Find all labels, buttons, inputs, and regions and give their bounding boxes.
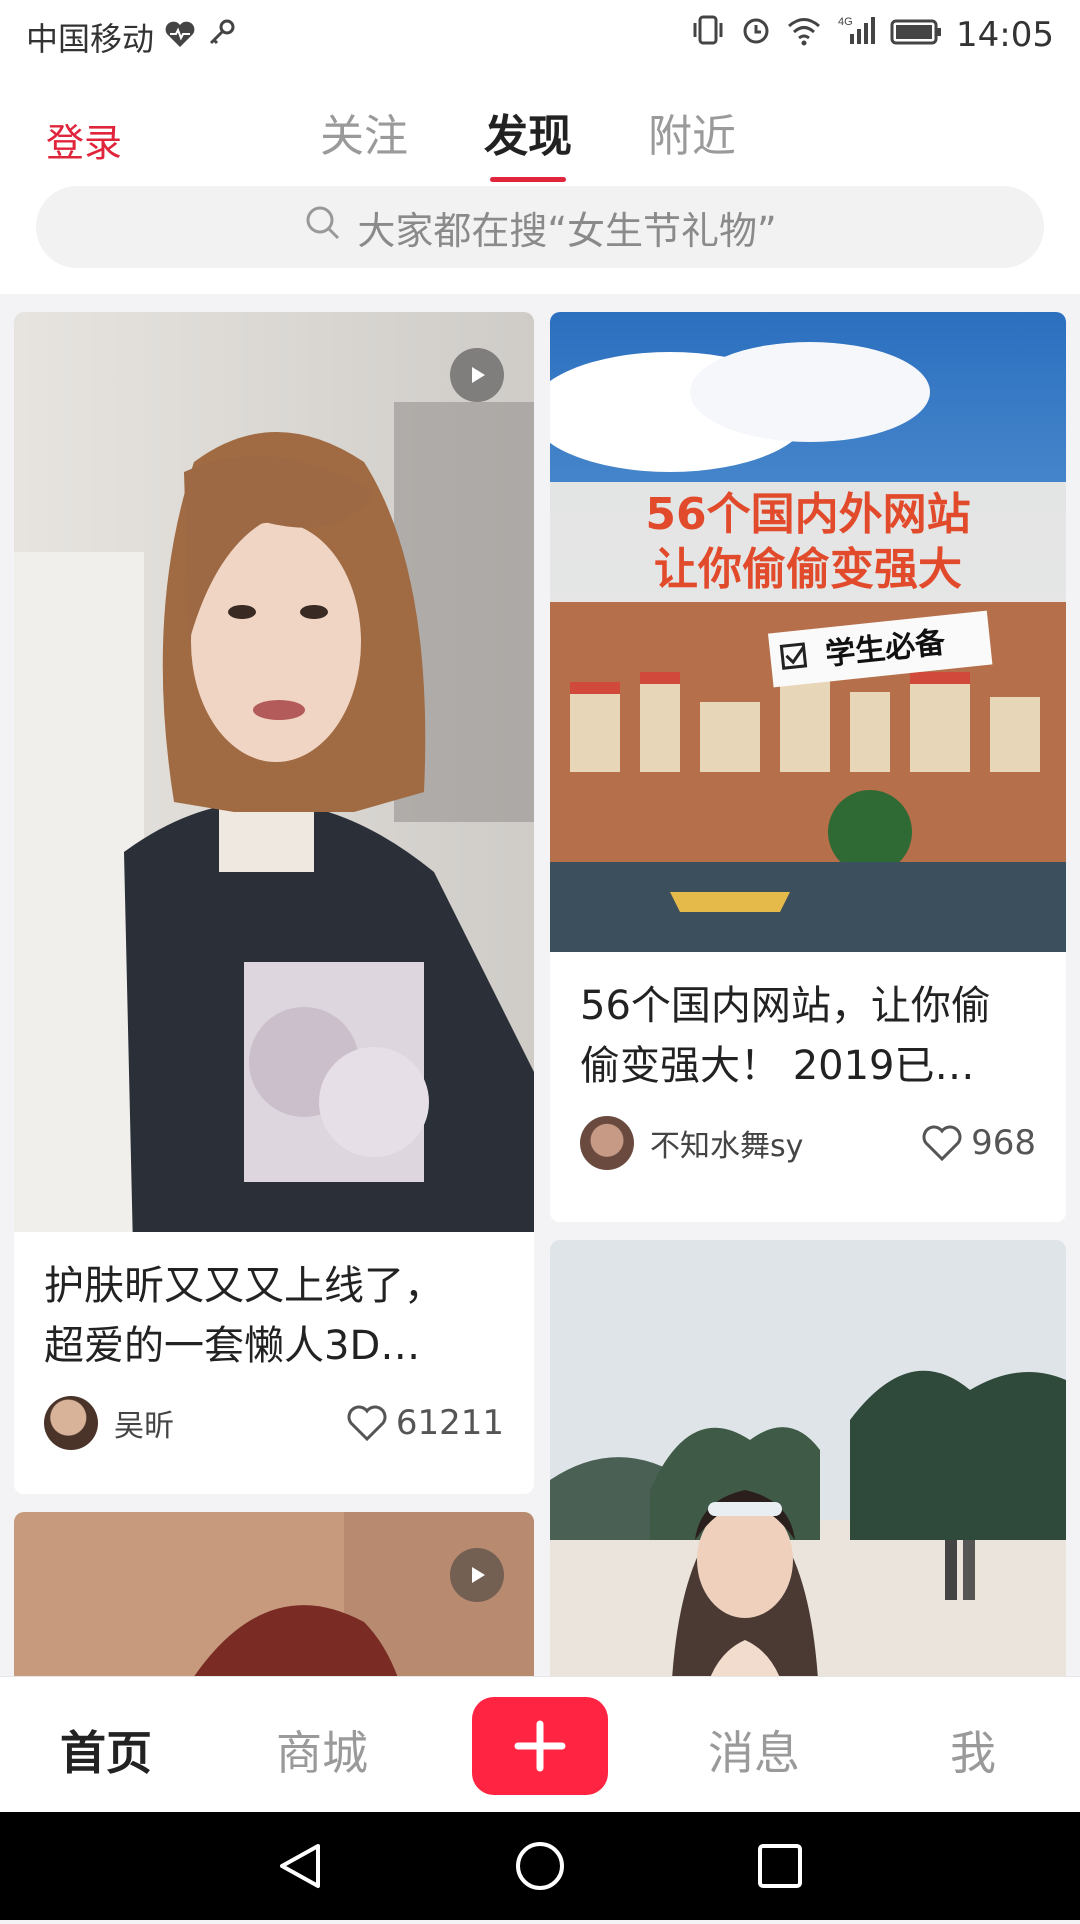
active-tab-indicator (490, 177, 566, 182)
create-post-button[interactable] (472, 1697, 608, 1795)
tab-follow-label: 关注 (320, 111, 408, 162)
system-navigation-bar (0, 1812, 1080, 1920)
cover-headline: 让你偷偷变强大 (654, 544, 962, 595)
status-bar: 中国移动 4G 14:05 (0, 0, 1080, 72)
card-title: 护肤昕又又又上线了， 超爱的一套懒人3D… (14, 1232, 534, 1376)
vibrate-icon (690, 14, 726, 55)
author-name[interactable]: 不知水舞sy (650, 1121, 921, 1165)
feed-card[interactable] (550, 1240, 1066, 1676)
card-title-line: 护肤昕又又又上线了， (44, 1263, 444, 1309)
feed-card[interactable]: 56个国内外网站 让你偷偷变强大 学生必备 56个国内网站，让你偷 偷变强大！ … (550, 312, 1066, 1222)
card-title-line: 偷变强大！ 2019已… (580, 1043, 975, 1089)
alarm-icon (740, 14, 772, 55)
card-cover-image: 56个国内外网站 让你偷偷变强大 学生必备 (550, 312, 1066, 952)
tab-discover[interactable]: 发现 (484, 100, 572, 182)
like-count: 61211 (395, 1403, 504, 1443)
card-meta: 吴昕 61211 (14, 1376, 534, 1450)
wifi-icon (786, 15, 822, 55)
clock-time: 14:05 (956, 14, 1054, 55)
card-meta: 不知水舞sy 968 (550, 1096, 1066, 1170)
like-count: 968 (971, 1123, 1036, 1163)
card-cover-image (14, 312, 534, 1292)
nav-messages[interactable]: 消息 (708, 1717, 800, 1783)
battery-icon (890, 15, 942, 55)
plus-icon (514, 1720, 566, 1772)
nav-me[interactable]: 我 (950, 1717, 996, 1783)
feed-card[interactable]: 护肤昕又又又上线了， 超爱的一套懒人3D… 吴昕 61211 (14, 312, 534, 1494)
card-title-line: 超爱的一套懒人3D… (44, 1323, 421, 1369)
card-title-line: 56个国内网站，让你偷 (580, 983, 991, 1029)
feed-tabs: 关注 发现 附近 (320, 100, 736, 182)
back-icon (280, 1844, 320, 1888)
card-cover-image (550, 1240, 1066, 1676)
status-icons: 4G 14:05 (690, 14, 1054, 55)
tab-discover-label: 发现 (484, 111, 572, 162)
tab-nearby[interactable]: 附近 (648, 100, 736, 164)
heart-icon (922, 1125, 962, 1162)
search-bar[interactable]: 大家都在搜“女生节礼物” (36, 186, 1044, 268)
signal-icon: 4G (836, 14, 876, 55)
home-circle-icon (516, 1842, 564, 1890)
like-button[interactable]: 61211 (346, 1403, 504, 1443)
search-placeholder: 大家都在搜“女生节礼物” (357, 208, 777, 253)
svg-text:4G: 4G (838, 16, 853, 28)
app-header: 登录 关注 发现 附近 大家都在搜“女生节礼物” (0, 72, 1080, 294)
video-play-icon (450, 348, 504, 402)
video-play-icon (450, 1548, 504, 1602)
nav-home[interactable]: 首页 (60, 1717, 152, 1783)
author-name[interactable]: 吴昕 (114, 1401, 346, 1445)
bottom-tab-bar: 首页 商城 消息 我 (0, 1676, 1080, 1813)
card-title: 56个国内网站，让你偷 偷变强大！ 2019已… (550, 952, 1066, 1096)
key-icon (206, 18, 236, 56)
carrier-name: 中国移动 (26, 20, 155, 58)
discover-feed[interactable]: 护肤昕又又又上线了， 超爱的一套懒人3D… 吴昕 61211 56个国内外网站 … (0, 294, 1080, 1676)
tab-follow[interactable]: 关注 (320, 100, 408, 164)
search-icon (303, 203, 343, 252)
avatar[interactable] (44, 1396, 98, 1450)
card-cover-image (14, 1512, 534, 1676)
nav-mall[interactable]: 商城 (276, 1717, 368, 1783)
login-button[interactable]: 登录 (46, 112, 122, 167)
heart-monitor-icon (164, 18, 196, 56)
tab-nearby-label: 附近 (648, 111, 736, 162)
heart-icon (347, 1405, 387, 1442)
like-button[interactable]: 968 (921, 1123, 1036, 1163)
avatar[interactable] (580, 1116, 634, 1170)
feed-card[interactable] (14, 1512, 534, 1676)
cover-headline: 56个国内外网站 (645, 489, 970, 540)
carrier-area: 中国移动 (26, 14, 236, 60)
recent-apps-icon (758, 1844, 802, 1888)
